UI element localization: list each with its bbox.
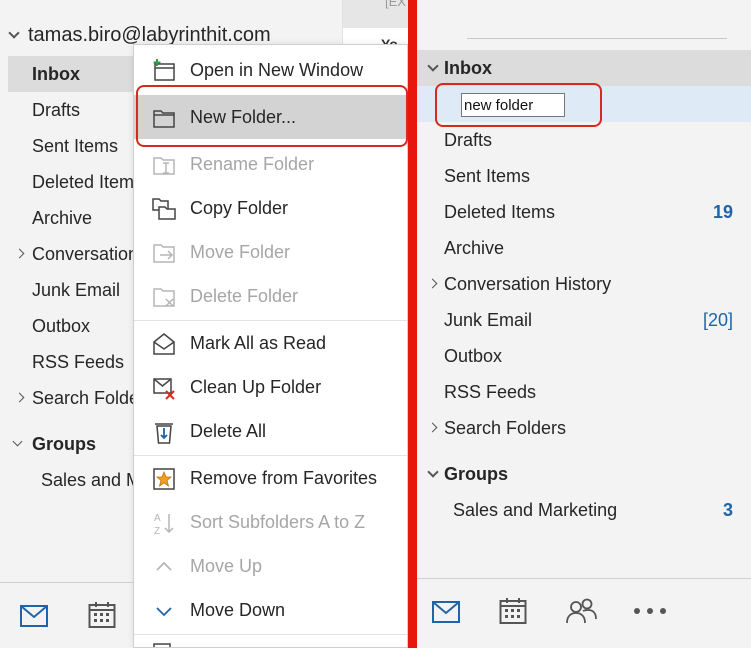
- section-label: Groups: [444, 464, 509, 484]
- menu-label: Remove from Favorites: [190, 468, 378, 488]
- chevron-down-icon[interactable]: [12, 436, 23, 447]
- menu-copy-folder[interactable]: Copy Folder: [134, 186, 407, 230]
- more-icon[interactable]: [633, 607, 667, 615]
- folder-label: Outbox: [32, 316, 91, 336]
- folder-label: Search Folders: [444, 418, 567, 438]
- folder-label: Archive: [444, 238, 505, 258]
- highlight-annotation-menu: [136, 85, 408, 147]
- item-count: [20]: [702, 310, 733, 330]
- comparison-divider: [408, 0, 417, 648]
- folder-outbox[interactable]: Outbox: [417, 338, 751, 374]
- account-email: tamas.biro@labyrinthit.com: [28, 24, 271, 46]
- calendar-icon[interactable]: [499, 597, 527, 625]
- delete-all-icon: [155, 423, 173, 444]
- chevron-right-icon[interactable]: [14, 392, 25, 403]
- folder-label: Junk Email: [32, 280, 121, 300]
- folder-label: Outbox: [444, 346, 503, 366]
- menu-label: Delete Folder: [190, 286, 299, 306]
- folder-label: Inbox: [444, 58, 492, 78]
- folder-archive[interactable]: Archive: [417, 230, 751, 266]
- highlight-annotation-input: [435, 83, 602, 127]
- menu-rename-folder[interactable]: Rename Folder: [134, 142, 407, 186]
- menu-remove-from-favorites[interactable]: Remove from Favorites: [134, 456, 407, 500]
- svg-text:A: A: [154, 513, 161, 524]
- menu-mark-all-as-read[interactable]: Mark All as Read: [134, 321, 407, 365]
- folder-label: Deleted Item: [32, 172, 135, 192]
- folder-label: Junk Email: [444, 310, 533, 330]
- folder-label: Sent Items: [32, 136, 119, 156]
- folder-drafts[interactable]: Drafts: [417, 122, 751, 158]
- copy-folder-icon: [152, 198, 176, 220]
- group-label: Sales and M: [41, 470, 142, 490]
- chevron-up-icon: [156, 561, 172, 571]
- groups-section-header[interactable]: Groups: [417, 456, 751, 492]
- chevron-down-icon[interactable]: [427, 466, 439, 478]
- menu-move-folder[interactable]: Move Folder: [134, 230, 407, 274]
- folder-search-folders[interactable]: Search Folders: [417, 410, 751, 446]
- people-icon[interactable]: [565, 597, 597, 625]
- menu-sort-subfolders[interactable]: A Z Sort Subfolders A to Z: [134, 500, 407, 544]
- favorites-star-icon: [153, 468, 175, 490]
- folder-label: Deleted Items: [444, 202, 556, 222]
- menu-label: Rename Folder: [190, 154, 315, 174]
- menu-delete-folder[interactable]: Delete Folder: [134, 274, 407, 318]
- clean-up-icon: [153, 378, 175, 400]
- group-sales-and-marketing[interactable]: Sales and Marketing 3: [417, 492, 751, 528]
- chevron-right-icon[interactable]: [427, 278, 438, 289]
- strip-sender-text: [EX: [385, 0, 406, 9]
- folder-junk-email[interactable]: Junk Email [20]: [417, 302, 751, 338]
- rename-folder-icon: [153, 157, 175, 175]
- menu-separator: [134, 634, 407, 635]
- folder-label: Sent Items: [444, 166, 531, 186]
- menu-move-up[interactable]: Move Up: [134, 544, 407, 588]
- folder-label: Search Folde: [32, 388, 140, 408]
- section-label: Groups: [32, 434, 97, 454]
- chevron-down-icon[interactable]: [427, 60, 439, 72]
- folder-deleted-items[interactable]: Deleted Items 19: [417, 194, 751, 230]
- menu-label: Move Folder: [190, 242, 291, 262]
- folder-sent-items[interactable]: Sent Items: [417, 158, 751, 194]
- delete-folder-icon: [153, 288, 175, 307]
- folder-label: Conversation: [32, 244, 139, 264]
- menu-delete-all[interactable]: Delete All: [134, 409, 407, 453]
- chevron-right-icon[interactable]: [14, 248, 25, 259]
- right-bottom-nav: [417, 578, 751, 648]
- folder-label: Drafts: [444, 130, 493, 150]
- folder-inbox[interactable]: Inbox: [417, 50, 751, 86]
- folder-label: Inbox: [32, 64, 80, 84]
- open-window-icon: [153, 59, 175, 81]
- menu-label: Move Up: [190, 556, 263, 576]
- mark-read-icon: [153, 333, 175, 355]
- svg-text:Z: Z: [154, 526, 160, 535]
- folder-label: Drafts: [32, 100, 81, 120]
- menu-label: Move Down: [190, 600, 286, 620]
- mail-icon[interactable]: [20, 605, 48, 627]
- menu-move-down[interactable]: Move Down: [134, 588, 407, 632]
- folder-label: Conversation History: [444, 274, 612, 294]
- sort-az-icon: A Z: [154, 513, 174, 535]
- menu-label: Delete All: [190, 421, 267, 441]
- folder-label: RSS Feeds: [444, 382, 537, 402]
- unread-count: 3: [722, 500, 733, 520]
- chevron-down-icon[interactable]: [8, 27, 20, 39]
- calendar-icon[interactable]: [88, 601, 116, 629]
- move-folder-icon: [153, 244, 175, 263]
- folder-conversation-history[interactable]: Conversation History: [417, 266, 751, 302]
- unread-count: 19: [712, 202, 733, 222]
- next-item-icon: [153, 643, 171, 647]
- menu-label: Sort Subfolders A to Z: [190, 512, 366, 532]
- menu-clean-up-folder[interactable]: Clean Up Folder: [134, 365, 407, 409]
- pane-top-line: [467, 38, 727, 39]
- folder-label: RSS Feeds: [32, 352, 125, 372]
- folder-label: Archive: [32, 208, 93, 228]
- chevron-down-icon: [156, 607, 172, 617]
- folder-rss-feeds[interactable]: RSS Feeds: [417, 374, 751, 410]
- menu-label: Open in New Window: [190, 60, 364, 80]
- chevron-right-icon[interactable]: [427, 422, 438, 433]
- mail-icon[interactable]: [432, 601, 460, 623]
- group-label: Sales and Marketing: [453, 500, 618, 520]
- menu-label: Clean Up Folder: [190, 377, 322, 397]
- menu-label: Mark All as Read: [190, 333, 327, 353]
- menu-label: Copy Folder: [190, 198, 289, 218]
